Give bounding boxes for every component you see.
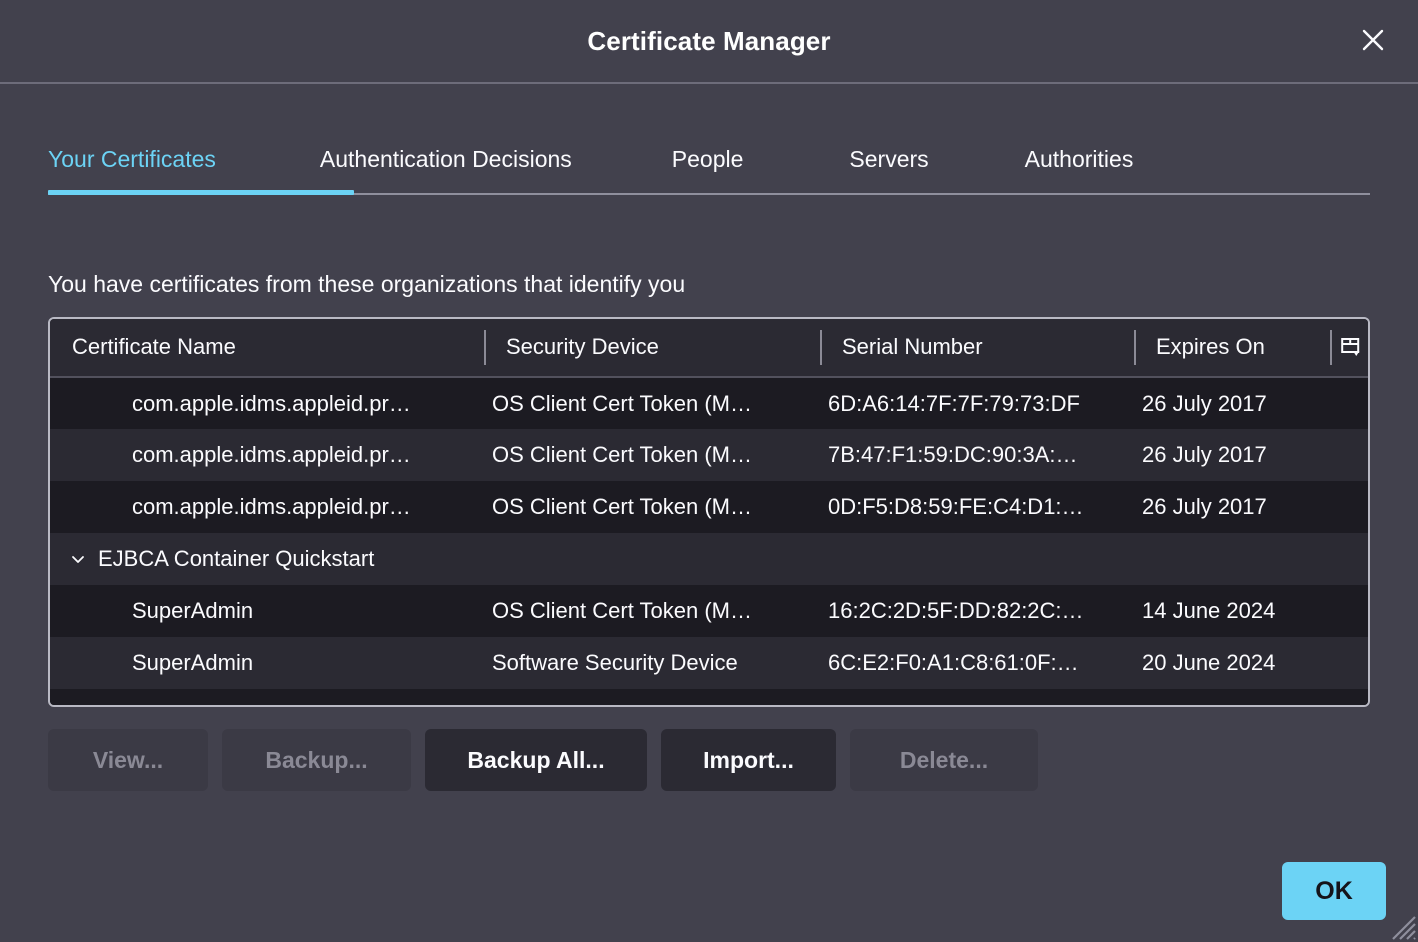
- certificate-table-scroll[interactable]: Certificate Name Security Device Serial …: [50, 319, 1368, 705]
- close-icon: [1360, 27, 1386, 56]
- cell-security-device: OS Client Cert Token (M…: [484, 481, 820, 533]
- cell-security-device: Software Security Device: [484, 637, 820, 689]
- cell-security-device: OS Client Cert Token (M…: [484, 429, 820, 481]
- table-group-row[interactable]: EJBCA Sample: [50, 689, 1368, 705]
- table-header-row: Certificate Name Security Device Serial …: [50, 319, 1368, 377]
- chevron-down-icon[interactable]: [70, 551, 86, 567]
- cell-expires-on: 14 June 2024: [1134, 585, 1368, 637]
- cell-group-name: EJBCA Sample: [50, 689, 1368, 705]
- description-text: You have certificates from these organiz…: [48, 271, 1370, 298]
- table-row[interactable]: com.apple.idms.appleid.pr… OS Client Cer…: [50, 481, 1368, 533]
- delete-button[interactable]: Delete...: [850, 729, 1038, 791]
- cell-group-name: EJBCA Container Quickstart: [50, 533, 1368, 585]
- cell-serial-number: 6D:A6:14:7F:7F:79:73:DF: [820, 377, 1134, 429]
- tab-list: Your Certificates Authentication Decisio…: [0, 140, 1418, 195]
- resize-grip[interactable]: [1386, 910, 1416, 940]
- import-button[interactable]: Import...: [661, 729, 836, 791]
- column-header-label: Security Device: [484, 334, 820, 360]
- cell-certificate-name: SuperAdmin: [50, 637, 484, 689]
- cell-serial-number: 16:2C:2D:5F:DD:82:2C:…: [820, 585, 1134, 637]
- active-tab-indicator: [48, 190, 354, 195]
- column-picker-icon[interactable]: [1330, 320, 1368, 376]
- backup-all-button[interactable]: Backup All...: [425, 729, 647, 791]
- column-header-serial-number[interactable]: Serial Number: [820, 319, 1134, 377]
- cell-certificate-name: com.apple.idms.appleid.pr…: [50, 377, 484, 429]
- table-body: com.apple.idms.appleid.pr… OS Client Cer…: [50, 377, 1368, 705]
- group-name-label: EJBCA Sample: [98, 702, 248, 705]
- dialog-titlebar: Certificate Manager: [0, 0, 1418, 84]
- cell-security-device: OS Client Cert Token (M…: [484, 377, 820, 429]
- tabs-container: Your Certificates Authentication Decisio…: [0, 84, 1418, 195]
- table-row[interactable]: SuperAdmin OS Client Cert Token (M… 16:2…: [50, 585, 1368, 637]
- certificate-manager-dialog: Certificate Manager Your Certificates Au…: [0, 0, 1418, 942]
- column-header-expires-on[interactable]: Expires On: [1134, 319, 1330, 377]
- cell-expires-on: 26 July 2017: [1134, 481, 1368, 533]
- dialog-title: Certificate Manager: [587, 26, 830, 57]
- group-name-label: EJBCA Container Quickstart: [98, 546, 374, 572]
- tab-servers[interactable]: Servers: [849, 140, 928, 195]
- certificate-table: Certificate Name Security Device Serial …: [50, 319, 1368, 705]
- cell-security-device: OS Client Cert Token (M…: [484, 585, 820, 637]
- column-header-label: Expires On: [1134, 334, 1330, 360]
- column-header-label: Serial Number: [820, 334, 1134, 360]
- cell-certificate-name: com.apple.idms.appleid.pr…: [50, 429, 484, 481]
- tab-authorities[interactable]: Authorities: [1025, 140, 1134, 195]
- action-button-row: View... Backup... Backup All... Import..…: [48, 729, 1370, 791]
- cell-serial-number: 7B:47:F1:59:DC:90:3A:…: [820, 429, 1134, 481]
- view-button[interactable]: View...: [48, 729, 208, 791]
- column-header-label: Certificate Name: [50, 334, 484, 360]
- cell-serial-number: 6C:E2:F0:A1:C8:61:0F:…: [820, 637, 1134, 689]
- certificate-table-frame: Certificate Name Security Device Serial …: [48, 317, 1370, 707]
- column-header-security-device[interactable]: Security Device: [484, 319, 820, 377]
- tab-authentication-decisions[interactable]: Authentication Decisions: [320, 140, 572, 195]
- cell-certificate-name: SuperAdmin: [50, 585, 484, 637]
- column-header-certificate-name[interactable]: Certificate Name: [50, 319, 484, 377]
- dialog-footer: OK: [1282, 862, 1386, 920]
- cell-serial-number: 0D:F5:D8:59:FE:C4:D1:…: [820, 481, 1134, 533]
- cell-certificate-name: com.apple.idms.appleid.pr…: [50, 481, 484, 533]
- column-picker-header[interactable]: [1330, 319, 1368, 377]
- table-group-row[interactable]: EJBCA Container Quickstart: [50, 533, 1368, 585]
- cell-expires-on: 26 July 2017: [1134, 429, 1368, 481]
- close-button[interactable]: [1350, 18, 1396, 64]
- table-header: Certificate Name Security Device Serial …: [50, 319, 1368, 377]
- ok-button[interactable]: OK: [1282, 862, 1386, 920]
- table-row[interactable]: SuperAdmin Software Security Device 6C:E…: [50, 637, 1368, 689]
- backup-button[interactable]: Backup...: [222, 729, 411, 791]
- dialog-content: You have certificates from these organiz…: [0, 195, 1418, 942]
- tab-people[interactable]: People: [672, 140, 744, 195]
- table-row[interactable]: com.apple.idms.appleid.pr… OS Client Cer…: [50, 377, 1368, 429]
- table-row[interactable]: com.apple.idms.appleid.pr… OS Client Cer…: [50, 429, 1368, 481]
- cell-expires-on: 20 June 2024: [1134, 637, 1368, 689]
- cell-expires-on: 26 July 2017: [1134, 377, 1368, 429]
- tab-your-certificates[interactable]: Your Certificates: [48, 140, 216, 195]
